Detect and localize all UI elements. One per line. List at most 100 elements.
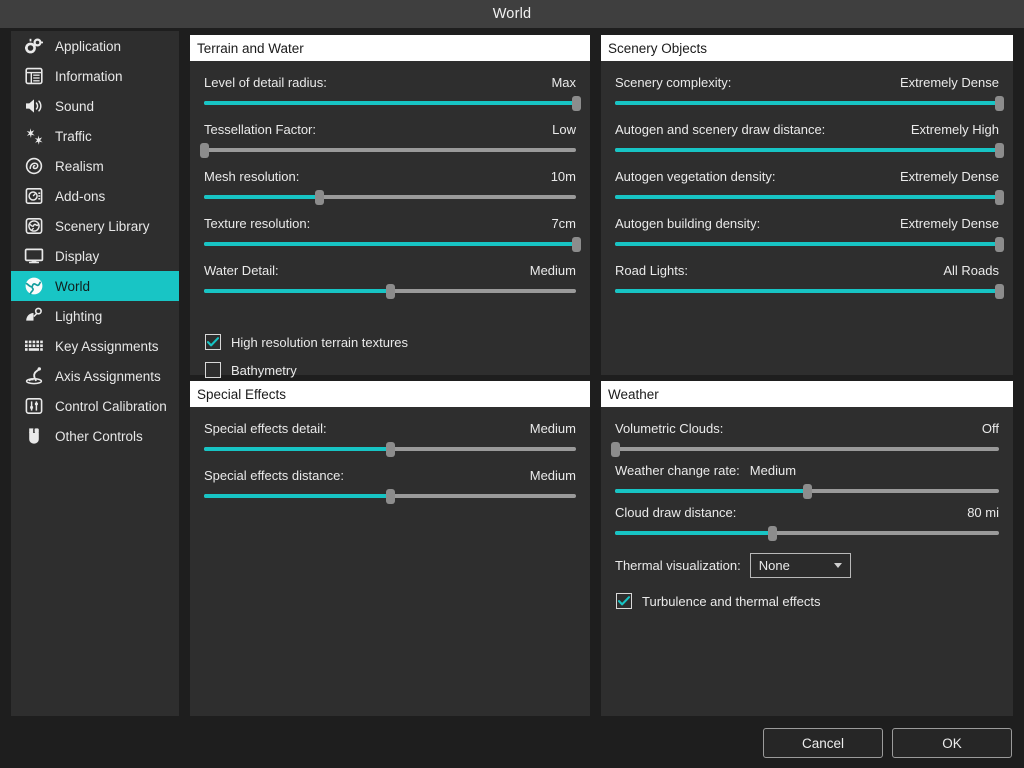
lamp-icon <box>21 305 47 327</box>
slider-track[interactable] <box>204 96 576 110</box>
checkbox-box[interactable] <box>205 334 221 350</box>
slider-track[interactable] <box>204 190 576 204</box>
slider-header: Autogen and scenery draw distance: Extre… <box>615 122 999 137</box>
slider-fill <box>615 289 999 293</box>
slider-row: Weather change rate: Medium <box>615 463 999 498</box>
slider-thumb[interactable] <box>572 237 581 252</box>
sidebar-item-other-controls[interactable]: Other Controls <box>11 421 179 451</box>
slider-row: Tessellation Factor: Low <box>204 122 576 157</box>
panel-title: Scenery Objects <box>601 35 1013 61</box>
slider-header: Scenery complexity: Extremely Dense <box>615 75 999 90</box>
monitor-icon <box>21 245 47 267</box>
slider-track[interactable] <box>615 143 999 157</box>
slider-header: Tessellation Factor: Low <box>204 122 576 137</box>
sidebar-item-control-calibration[interactable]: Control Calibration <box>11 391 179 421</box>
slider-value: Medium <box>750 463 796 478</box>
slider-row: Special effects distance: Medium <box>204 468 576 503</box>
slider-thumb[interactable] <box>386 489 395 504</box>
slider-value: Medium <box>530 263 576 278</box>
slider-row: Road Lights: All Roads <box>615 263 999 298</box>
sidebar-item-application[interactable]: Application <box>11 31 179 61</box>
slider-thumb[interactable] <box>995 143 1004 158</box>
sidebar-item-world[interactable]: World <box>11 271 179 301</box>
slider-value: Extremely Dense <box>900 169 999 184</box>
cancel-button[interactable]: Cancel <box>763 728 883 758</box>
checkbox-box[interactable] <box>205 362 221 378</box>
slider-header: Volumetric Clouds: Off <box>615 421 999 436</box>
window-title: World <box>493 6 532 22</box>
slider-track[interactable] <box>615 237 999 251</box>
ok-button[interactable]: OK <box>892 728 1012 758</box>
sidebar-item-label: Add-ons <box>55 189 105 204</box>
gears-icon <box>21 35 47 57</box>
sidebar-item-label: Scenery Library <box>55 219 150 234</box>
checkbox-box[interactable] <box>616 593 632 609</box>
sidebar-item-traffic[interactable]: Traffic <box>11 121 179 151</box>
checkbox-row[interactable]: Bathymetry <box>205 362 297 378</box>
slider-track[interactable] <box>615 190 999 204</box>
slider-track[interactable] <box>204 143 576 157</box>
thermal-visualization-select[interactable]: None <box>750 553 851 578</box>
slider-track[interactable] <box>204 284 576 298</box>
slider-thumb[interactable] <box>995 190 1004 205</box>
slider-row: Water Detail: Medium <box>204 263 576 298</box>
slider-track[interactable] <box>204 442 576 456</box>
slider-fill <box>204 447 390 451</box>
gyro-dial-icon <box>21 155 47 177</box>
slider-track[interactable] <box>204 237 576 251</box>
slider-row: Autogen vegetation density: Extremely De… <box>615 169 999 204</box>
sidebar-item-key-assignments[interactable]: Key Assignments <box>11 331 179 361</box>
dropdown-label: Thermal visualization: <box>615 558 741 573</box>
checkbox-row[interactable]: High resolution terrain textures <box>205 334 408 350</box>
sidebar-item-scenery-library[interactable]: Scenery Library <box>11 211 179 241</box>
slider-thumb[interactable] <box>768 526 777 541</box>
sidebar-item-realism[interactable]: Realism <box>11 151 179 181</box>
keyboard-icon <box>21 335 47 357</box>
slider-thumb[interactable] <box>572 96 581 111</box>
slider-header: Water Detail: Medium <box>204 263 576 278</box>
sidebar-item-label: Traffic <box>55 129 92 144</box>
slider-fill <box>204 242 576 246</box>
sidebar-item-add-ons[interactable]: Add-ons <box>11 181 179 211</box>
addon-box-icon <box>21 185 47 207</box>
slider-thumb[interactable] <box>803 484 812 499</box>
slider-value: Extremely Dense <box>900 216 999 231</box>
sidebar-item-axis-assignments[interactable]: Axis Assignments <box>11 361 179 391</box>
checkbox-row[interactable]: Turbulence and thermal effects <box>616 593 821 609</box>
slider-track[interactable] <box>615 484 999 498</box>
slider-header: Special effects distance: Medium <box>204 468 576 483</box>
slider-thumb[interactable] <box>611 442 620 457</box>
slider-label: Weather change rate: <box>615 463 740 478</box>
slider-row: Volumetric Clouds: Off <box>615 421 999 456</box>
sidebar-item-lighting[interactable]: Lighting <box>11 301 179 331</box>
slider-fill <box>615 148 999 152</box>
slider-thumb[interactable] <box>995 237 1004 252</box>
slider-value: Extremely Dense <box>900 75 999 90</box>
slider-track[interactable] <box>615 442 999 456</box>
slider-thumb[interactable] <box>315 190 324 205</box>
slider-row: Mesh resolution: 10m <box>204 169 576 204</box>
panel-scenery-objects: Scenery Objects Scenery complexity: Extr… <box>601 35 1013 375</box>
slider-label: Water Detail: <box>204 263 279 278</box>
slider-track[interactable] <box>204 489 576 503</box>
slider-thumb[interactable] <box>386 442 395 457</box>
sidebar-item-information[interactable]: Information <box>11 61 179 91</box>
slider-track[interactable] <box>615 284 999 298</box>
sidebar-item-sound[interactable]: Sound <box>11 91 179 121</box>
slider-label: Autogen and scenery draw distance: <box>615 122 825 137</box>
slider-track[interactable] <box>615 526 999 540</box>
slider-thumb[interactable] <box>995 96 1004 111</box>
slider-label: Cloud draw distance: <box>615 505 736 520</box>
slider-fill <box>615 489 807 493</box>
slider-header: Cloud draw distance: 80 mi <box>615 505 999 520</box>
slider-track[interactable] <box>615 96 999 110</box>
panel-body: Special effects detail: Medium Special e… <box>190 407 590 716</box>
slider-thumb[interactable] <box>995 284 1004 299</box>
globe-icon <box>21 275 47 297</box>
slider-bar <box>204 148 576 152</box>
slider-thumb[interactable] <box>200 143 209 158</box>
sidebar-item-display[interactable]: Display <box>11 241 179 271</box>
sidebar-item-label: Realism <box>55 159 104 174</box>
slider-thumb[interactable] <box>386 284 395 299</box>
slider-header: Level of detail radius: Max <box>204 75 576 90</box>
